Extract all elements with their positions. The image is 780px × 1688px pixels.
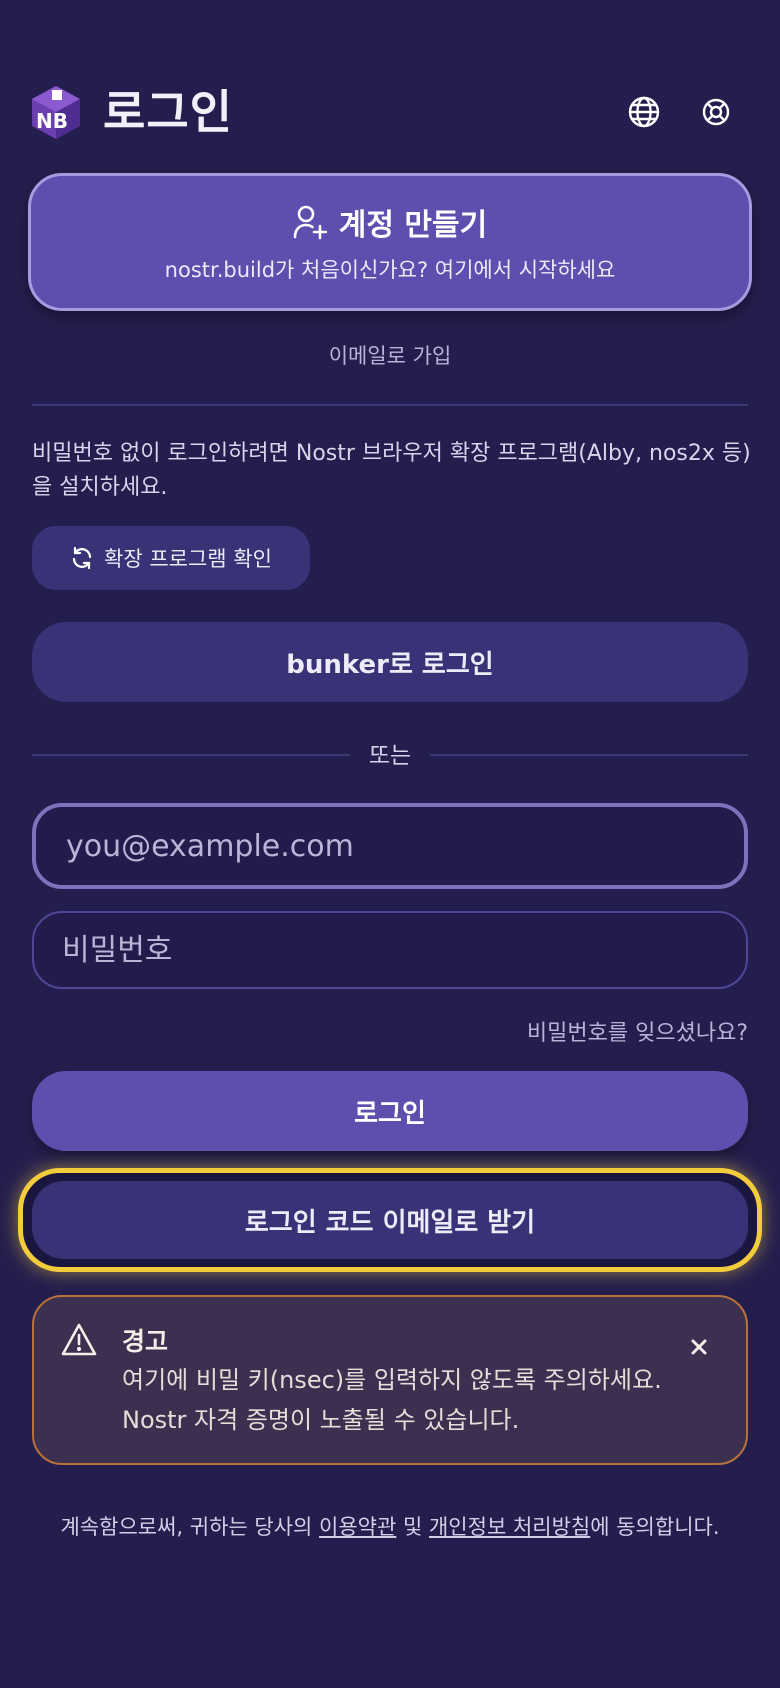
warning-title: 경고 xyxy=(122,1327,169,1356)
lifebuoy-icon xyxy=(702,98,730,126)
or-divider-left xyxy=(32,754,350,756)
app-logo: NB xyxy=(30,84,82,140)
help-button[interactable] xyxy=(696,92,736,132)
terms-and: 및 xyxy=(396,1515,429,1539)
privacy-policy-link[interactable]: 개인정보 처리방침 xyxy=(429,1515,590,1539)
or-divider-right xyxy=(430,754,748,756)
create-account-title: 계정 만들기 xyxy=(338,208,488,243)
divider xyxy=(32,404,748,406)
warning-triangle-icon xyxy=(60,1322,98,1358)
email-login-code-button[interactable]: 로그인 코드 이메일로 받기 xyxy=(32,1181,748,1259)
globe-icon xyxy=(628,96,660,128)
bunker-login-button[interactable]: bunker로 로그인 xyxy=(32,622,748,702)
password-input[interactable] xyxy=(32,911,748,989)
terms-suffix: 에 동의합니다. xyxy=(590,1515,720,1539)
logo-letters: NB xyxy=(36,109,68,133)
email-input[interactable] xyxy=(32,803,748,889)
refresh-icon xyxy=(72,546,92,570)
login-button[interactable]: 로그인 xyxy=(32,1071,748,1151)
terms-prefix: 계속함으로써, 귀하는 당사의 xyxy=(60,1515,320,1539)
check-extension-label: 확장 프로그램 확인 xyxy=(104,547,272,571)
create-account-button[interactable]: 계정 만들기 nostr.build가 처음이신가요? 여기에서 시작하세요 xyxy=(28,173,752,311)
close-icon xyxy=(691,1339,707,1355)
forgot-password-link[interactable]: 비밀번호를 잊으셨나요? xyxy=(527,1015,748,1047)
terms-notice: 계속함으로써, 귀하는 당사의 이용약관 및 개인정보 처리방침에 동의합니다. xyxy=(0,1511,780,1541)
warning-message: 여기에 비밀 키(nsec)를 입력하지 않도록 주의하세요. Nostr 자격… xyxy=(122,1366,662,1434)
create-account-subtitle: nostr.build가 처음이신가요? 여기에서 시작하세요 xyxy=(164,258,616,282)
warning-close-button[interactable] xyxy=(684,1332,714,1362)
page-title: 로그인 xyxy=(103,85,233,139)
user-plus-icon xyxy=(293,205,327,240)
language-button[interactable] xyxy=(624,92,664,132)
terms-of-service-link[interactable]: 이용약관 xyxy=(319,1515,396,1539)
email-signup-link[interactable]: 이메일로 가입 xyxy=(0,340,780,370)
or-label: 또는 xyxy=(368,743,412,769)
check-extension-button[interactable]: 확장 프로그램 확인 xyxy=(32,526,310,590)
extension-info-text: 비밀번호 없이 로그인하려면 Nostr 브라우저 확장 프로그램(Alby, … xyxy=(32,441,751,500)
